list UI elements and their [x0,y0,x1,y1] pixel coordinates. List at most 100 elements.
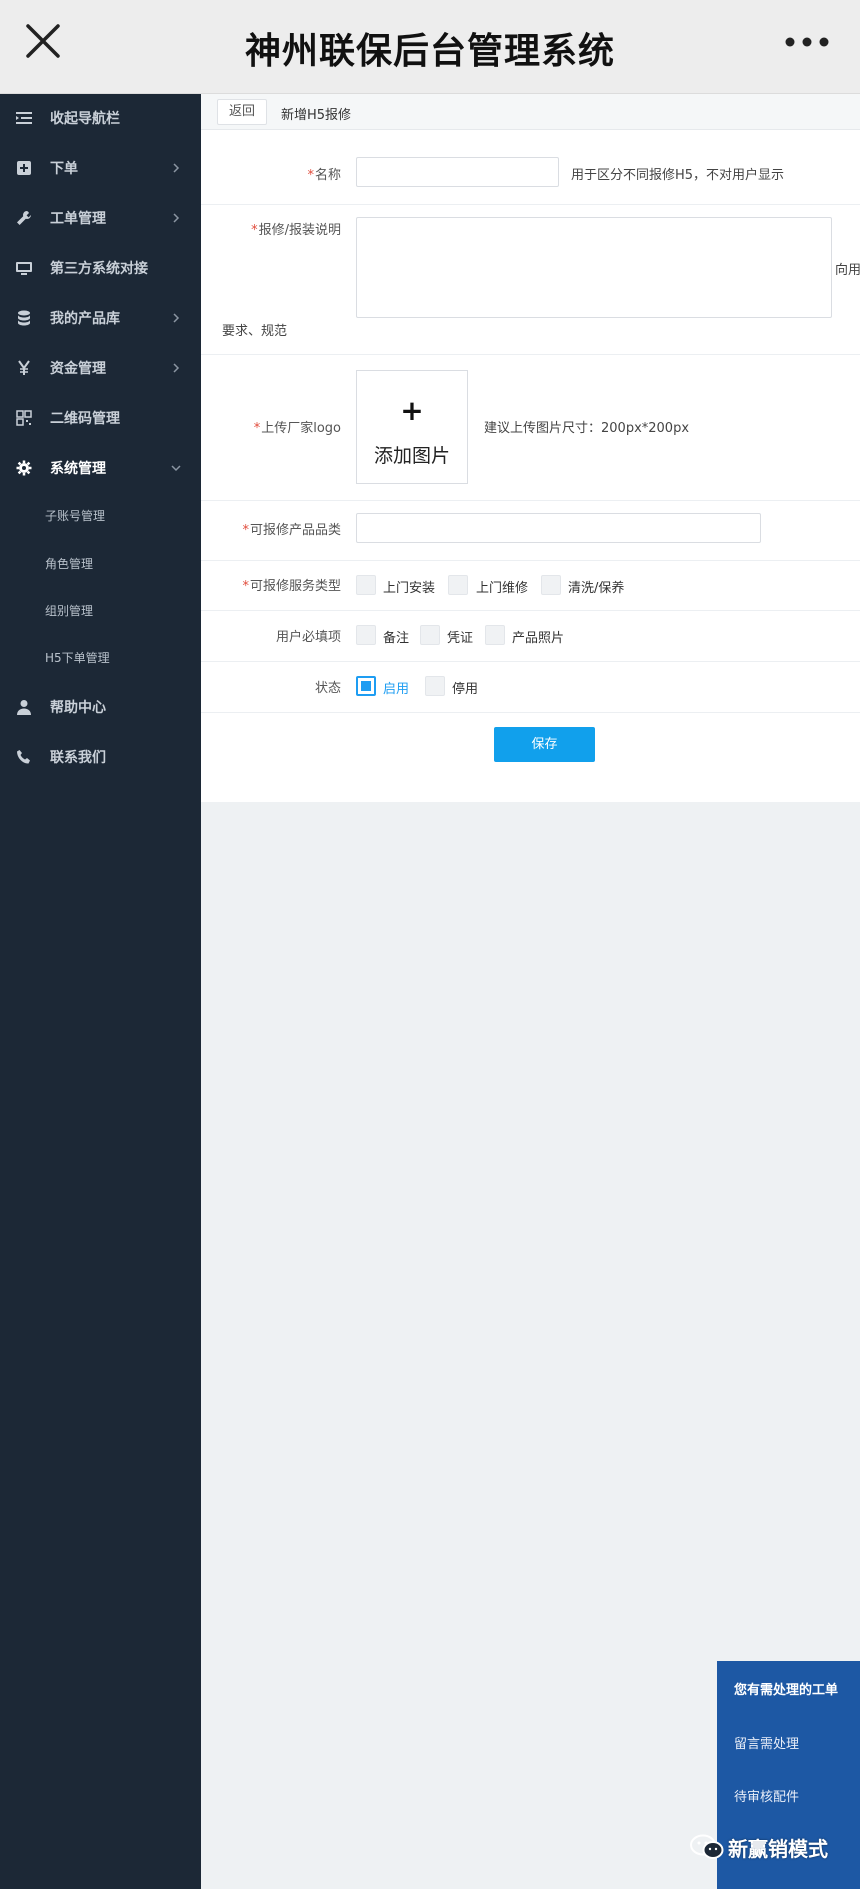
chevron-right-icon [173,363,180,373]
add-image-label: 添加图片 [373,445,450,467]
chevron-right-icon [173,163,180,173]
sidebar-item-label: 联系我们 [50,750,106,766]
row-divider [201,610,860,611]
status-enabled-label: 启用 [383,682,410,697]
back-button[interactable]: 返回 [217,99,267,125]
sidebar-item-third-party[interactable]: 第三方系统对接 [0,244,201,294]
service-repair-label: 上门维修 [476,581,529,596]
sidebar-subitem-subaccounts[interactable]: 子账号管理 [0,494,201,534]
monitor-icon [16,262,32,275]
user-icon [17,700,31,715]
sidebar: 收起导航栏 下单 工单管理 第三方系统对接 我的产品库 资金管理 二维码管理 系… [0,94,201,1889]
page-title: 新增H5报修 [281,108,352,123]
description-label: *报修/报装说明 [251,223,341,238]
sidebar-subitem-roles[interactable]: 角色管理 [0,542,201,582]
field-photo-label: 产品照片 [512,631,565,646]
status-disabled-label: 停用 [452,682,479,697]
category-label: *可报修产品品类 [242,523,341,538]
sidebar-subitem-label: H5下单管理 [45,651,110,665]
description-textarea[interactable] [356,217,832,318]
field-voucher-checkbox[interactable] [420,625,440,645]
field-remark-checkbox[interactable] [356,625,376,645]
sidebar-item-order[interactable]: 下单 [0,144,201,194]
sidebar-item-qrcode[interactable]: 二维码管理 [0,394,201,444]
row-divider [201,712,860,713]
name-input[interactable] [356,157,559,187]
name-label: *名称 [307,168,341,183]
service-install-checkbox[interactable] [356,575,376,595]
qrcode-icon [16,410,32,426]
sidebar-subitem-label: 角色管理 [45,557,94,571]
gear-icon [16,460,32,476]
sidebar-item-collapse[interactable]: 收起导航栏 [0,94,201,144]
sidebar-subitem-label: 子账号管理 [45,509,106,523]
plus-icon: + [400,394,424,427]
row-divider [201,354,860,355]
plus-square-icon [17,161,31,175]
row-divider [201,500,860,501]
field-voucher-label: 凭证 [447,631,474,646]
main-form-panel: 返回 新增H5报修 *名称 用于区分不同报修H5，不对用户显示 *报修/报装说明… [201,94,860,802]
service-types-label: *可报修服务类型 [242,579,341,594]
row-divider [201,661,860,662]
service-cleaning-checkbox[interactable] [541,575,561,595]
service-cleaning-label: 清洗/保养 [568,581,625,596]
status-label: 状态 [314,681,341,696]
service-install-label: 上门安装 [383,581,436,596]
sidebar-item-label: 资金管理 [50,361,106,377]
sidebar-item-label: 第三方系统对接 [50,261,148,277]
required-mark: * [253,421,261,436]
chevron-right-icon [173,313,180,323]
more-options-icon[interactable] [782,28,832,56]
sidebar-item-label: 收起导航栏 [50,111,120,127]
save-button[interactable]: 保存 [494,727,595,762]
watermark-text: 新赢销模式 [728,1837,828,1861]
sidebar-item-workorders[interactable]: 工单管理 [0,194,201,244]
sidebar-item-label: 我的产品库 [50,311,120,327]
sidebar-subitem-h5-orders[interactable]: H5下单管理 [0,636,201,676]
required-mark: * [307,168,314,183]
sidebar-subitem-label: 组别管理 [45,604,94,618]
sidebar-item-label: 二维码管理 [50,411,120,427]
row-divider [201,204,860,205]
sidebar-item-label: 工单管理 [50,211,106,227]
description-hint-right: 向用 [835,263,860,278]
required-mark: * [242,523,249,538]
database-icon [18,310,30,326]
wrench-icon [17,211,31,225]
sidebar-item-funds[interactable]: 资金管理 [0,344,201,394]
yen-icon [18,360,30,375]
breadcrumb: 返回 新增H5报修 [201,94,860,130]
notice-item-messages[interactable]: 留言需处理 [734,1733,799,1752]
sidebar-item-system[interactable]: 系统管理 [0,444,201,494]
service-repair-checkbox[interactable] [448,575,468,595]
sidebar-item-label: 下单 [50,161,78,177]
logo-label: *上传厂家logo [253,421,341,436]
sidebar-item-help[interactable]: 帮助中心 [0,683,201,733]
watermark: 新赢销模式 [690,1828,840,1864]
notice-item-parts-review[interactable]: 待审核配件 [734,1786,799,1805]
sidebar-item-products[interactable]: 我的产品库 [0,294,201,344]
logo-size-hint: 建议上传图片尺寸：200px*200px [484,421,690,436]
required-mark: * [242,579,249,594]
category-input[interactable] [356,513,761,543]
sidebar-item-label: 帮助中心 [50,700,106,716]
status-enabled-checkbox[interactable] [356,676,376,696]
window-title: 神州联保后台管理系统 [244,31,615,72]
name-hint: 用于区分不同报修H5，不对用户显示 [571,168,785,183]
phone-icon [17,750,30,764]
field-photo-checkbox[interactable] [485,625,505,645]
row-divider [201,560,860,561]
chevron-right-icon [173,213,180,223]
sidebar-subitem-groups[interactable]: 组别管理 [0,589,201,629]
status-disabled-checkbox[interactable] [425,676,445,696]
app-title-bar: 神州联保后台管理系统 [0,0,860,94]
sidebar-item-contact[interactable]: 联系我们 [0,733,201,783]
sidebar-item-label: 系统管理 [50,461,106,477]
list-indent-icon [16,112,32,124]
notice-title: 您有需处理的工单 [734,1683,839,1698]
field-remark-label: 备注 [383,631,410,646]
chevron-down-icon [171,465,181,472]
required-mark: * [251,223,258,238]
add-image-button[interactable]: + 添加图片 [356,370,468,484]
